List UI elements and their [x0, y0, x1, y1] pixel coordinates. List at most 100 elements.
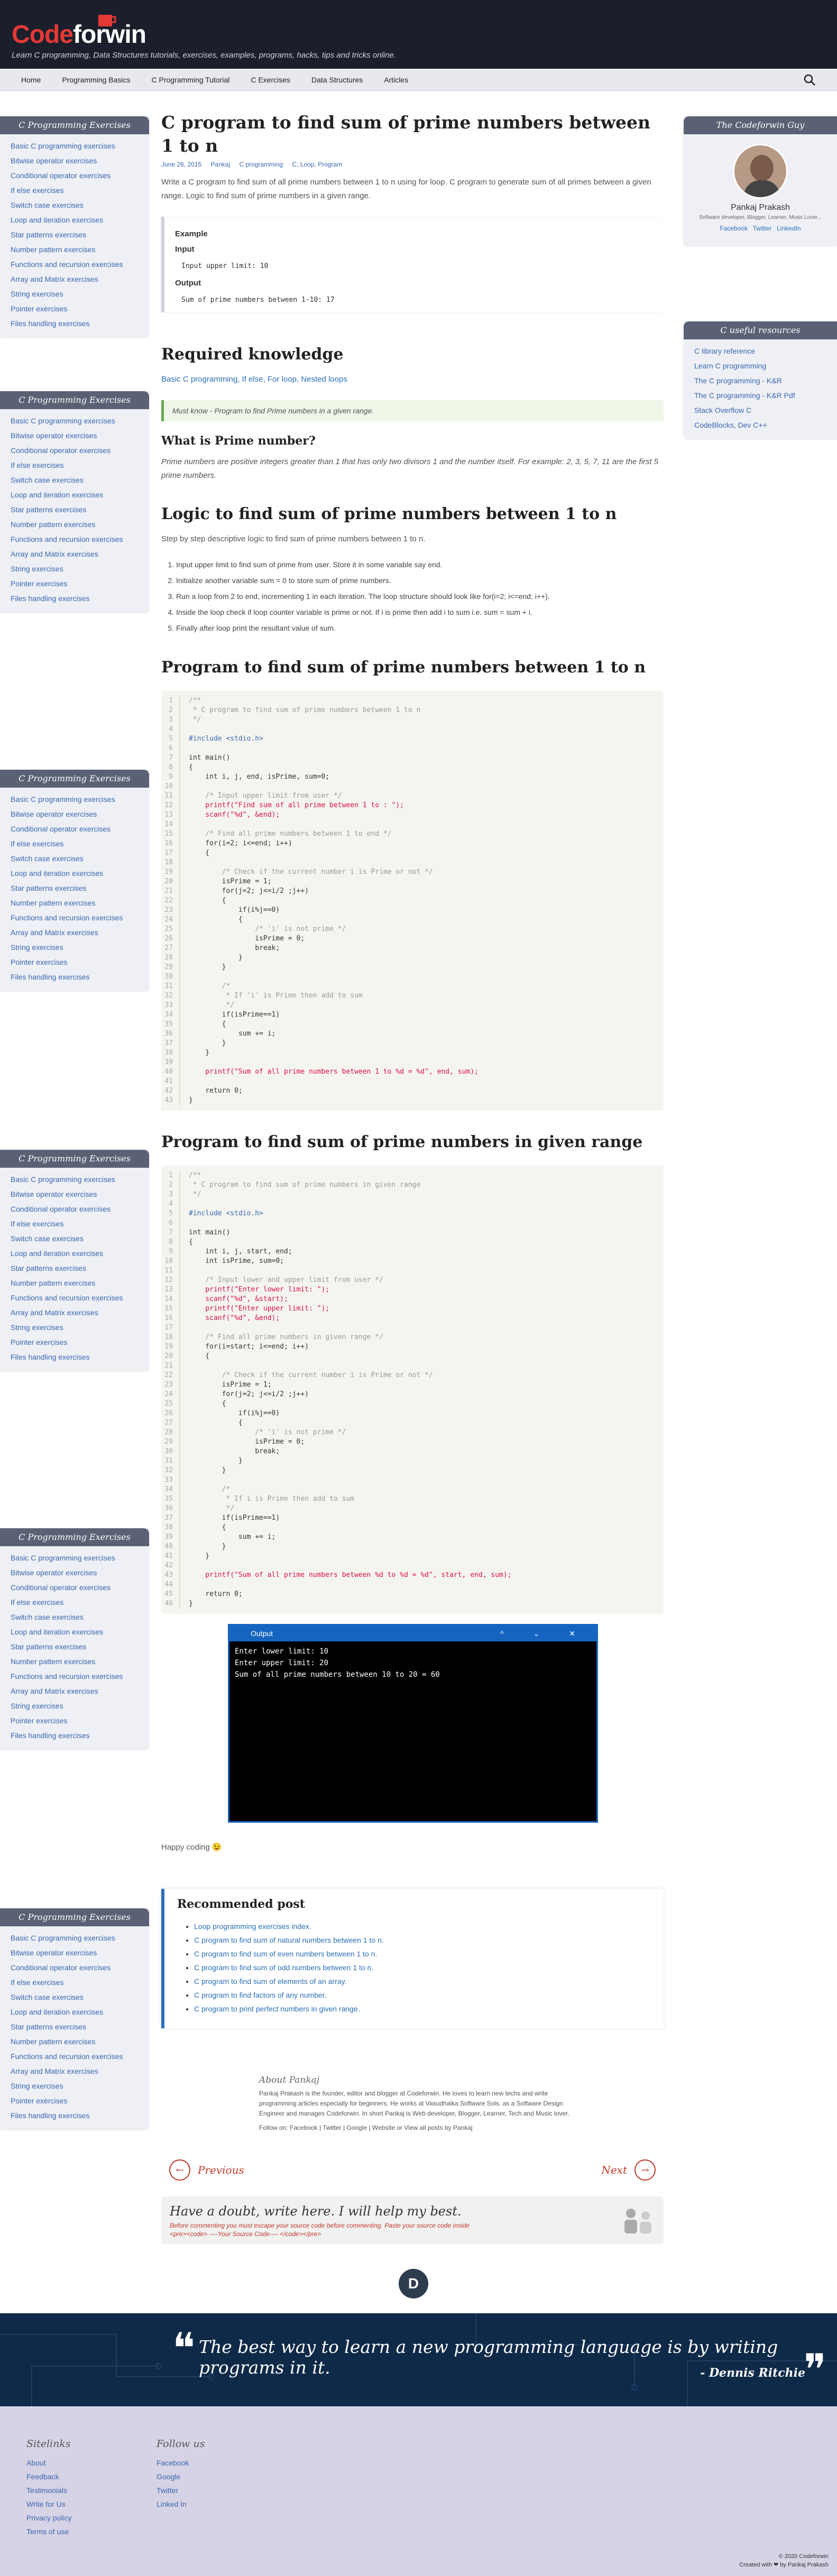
footer-link[interactable]: Google — [157, 2470, 205, 2483]
sidebar-item[interactable]: Conditional operator exercises — [11, 1580, 139, 1595]
window-controls-icon[interactable]: ^ ⌄ ✕ — [500, 1626, 589, 1641]
sidebar-item[interactable]: Number pattern exercises — [11, 242, 139, 257]
sidebar-item[interactable]: Functions and recursion exercises — [11, 1290, 139, 1305]
footer-link[interactable]: Feedback — [26, 2470, 72, 2483]
sidebar-item[interactable]: Functions and recursion exercises — [11, 1669, 139, 1684]
sidebar-item[interactable]: Array and Matrix exercises — [11, 547, 139, 561]
sidebar-item[interactable]: Basic C programming exercises — [11, 1931, 139, 1945]
sidebar-item[interactable]: Files handling exercises — [11, 591, 139, 606]
code-block-1[interactable]: 1/** 2 * C program to find sum of prime n… — [161, 691, 664, 1111]
sidebar-item[interactable]: Star patterns exercises — [11, 2019, 139, 2034]
sidebar-item[interactable]: If else exercises — [11, 836, 139, 851]
footer-link[interactable]: About — [26, 2456, 72, 2470]
post-author[interactable]: Pankaj — [210, 161, 230, 168]
sidebar-item[interactable]: Pointer exercises — [11, 576, 139, 591]
sidebar-item[interactable]: Basic C programming exercises — [11, 1172, 139, 1187]
sidebar-item[interactable]: Switch case exercises — [11, 198, 139, 213]
sidebar-item[interactable]: Array and Matrix exercises — [11, 1684, 139, 1698]
sidebar-item[interactable]: Loop and iteration exercises — [11, 2005, 139, 2019]
sidebar-item[interactable]: Switch case exercises — [11, 851, 139, 866]
footer-link[interactable]: Terms of use — [26, 2525, 72, 2538]
sidebar-item[interactable]: Files handling exercises — [11, 2108, 139, 2123]
nav-c-tutorial[interactable]: C Programming Tutorial — [141, 76, 241, 84]
sidebar-item[interactable]: Files handling exercises — [11, 1728, 139, 1743]
sidebar-item[interactable]: Array and Matrix exercises — [11, 272, 139, 287]
footer-link[interactable]: Facebook — [157, 2456, 205, 2470]
sidebar-item[interactable]: Loop and iteration exercises — [11, 487, 139, 502]
sidebar-item[interactable]: Files handling exercises — [11, 316, 139, 331]
sidebar-item[interactable]: Basic C programming exercises — [11, 792, 139, 807]
author-name[interactable]: Pankaj Prakash — [684, 203, 837, 213]
sidebar-item[interactable]: Pointer exercises — [11, 301, 139, 316]
sidebar-item[interactable]: Basic C programming exercises — [11, 139, 139, 153]
sidebar-item[interactable]: Files handling exercises — [11, 1350, 139, 1364]
sidebar-item[interactable]: Pointer exercises — [11, 1335, 139, 1350]
recommended-item[interactable]: C program to find sum of natural numbers… — [194, 1933, 651, 1947]
sidebar-item[interactable]: Star patterns exercises — [11, 227, 139, 242]
sidebar-item[interactable]: Loop and iteration exercises — [11, 1246, 139, 1261]
resource-item[interactable]: Learn C programming — [694, 358, 826, 373]
sidebar-item[interactable]: String exercises — [11, 2079, 139, 2093]
sidebar-item[interactable]: If else exercises — [11, 183, 139, 198]
resource-item[interactable]: The C programming - K&R — [694, 373, 826, 388]
sidebar-item[interactable]: Basic C programming exercises — [11, 413, 139, 428]
site-logo[interactable]: Codeforwin — [12, 20, 146, 49]
sidebar-item[interactable]: Number pattern exercises — [11, 895, 139, 910]
sidebar-item[interactable]: String exercises — [11, 561, 139, 576]
recommended-item[interactable]: C program to print perfect numbers in gi… — [194, 2002, 651, 2016]
sidebar-item[interactable]: String exercises — [11, 940, 139, 955]
sidebar-item[interactable]: Functions and recursion exercises — [11, 910, 139, 925]
resource-item[interactable]: CodeBlocks, Dev C++ — [694, 418, 826, 432]
post-tags[interactable]: C, Loop, Program — [292, 161, 343, 168]
sidebar-item[interactable]: Bitwise operator exercises — [11, 807, 139, 821]
sidebar-item[interactable]: Star patterns exercises — [11, 1639, 139, 1654]
sidebar-item[interactable]: Bitwise operator exercises — [11, 1945, 139, 1960]
previous-post-button[interactable]: ← Previous — [169, 2159, 244, 2181]
sidebar-item[interactable]: Conditional operator exercises — [11, 443, 139, 458]
sidebar-item[interactable]: String exercises — [11, 1320, 139, 1335]
sidebar-item[interactable]: Bitwise operator exercises — [11, 1565, 139, 1580]
footer-link[interactable]: Privacy policy — [26, 2511, 72, 2525]
sidebar-item[interactable]: Array and Matrix exercises — [11, 2064, 139, 2079]
footer-link[interactable]: Linked In — [157, 2497, 205, 2511]
sidebar-item[interactable]: Conditional operator exercises — [11, 168, 139, 183]
sidebar-item[interactable]: Number pattern exercises — [11, 1654, 139, 1669]
sidebar-item[interactable]: Files handling exercises — [11, 970, 139, 984]
sidebar-item[interactable]: If else exercises — [11, 1595, 139, 1610]
sidebar-item[interactable]: If else exercises — [11, 1975, 139, 1990]
twitter-link[interactable]: Twitter — [753, 225, 771, 232]
sidebar-item[interactable]: Functions and recursion exercises — [11, 257, 139, 272]
nav-articles[interactable]: Articles — [373, 76, 419, 84]
sidebar-item[interactable]: Number pattern exercises — [11, 517, 139, 532]
linkedin-link[interactable]: LinkedIn — [777, 225, 801, 232]
post-category[interactable]: C programming — [239, 161, 283, 168]
sidebar-item[interactable]: Bitwise operator exercises — [11, 1187, 139, 1202]
disqus-logo-icon[interactable]: D — [399, 2269, 428, 2298]
sidebar-item[interactable]: Star patterns exercises — [11, 502, 139, 517]
nav-data-structures[interactable]: Data Structures — [301, 76, 373, 84]
sidebar-item[interactable]: Number pattern exercises — [11, 1276, 139, 1290]
author-follow-links[interactable]: Follow on: Facebook | Twitter | Google |… — [259, 2123, 576, 2133]
sidebar-item[interactable]: String exercises — [11, 1698, 139, 1713]
sidebar-item[interactable]: Conditional operator exercises — [11, 1960, 139, 1975]
recommended-item[interactable]: C program to find sum of even numbers be… — [194, 1947, 651, 1961]
resource-item[interactable]: Stack Overflow C — [694, 403, 826, 418]
nav-programming-basics[interactable]: Programming Basics — [51, 76, 141, 84]
facebook-link[interactable]: Facebook — [720, 225, 748, 232]
nav-home[interactable]: Home — [11, 76, 51, 84]
sidebar-item[interactable]: Switch case exercises — [11, 1610, 139, 1624]
next-post-button[interactable]: Next → — [601, 2159, 656, 2181]
sidebar-item[interactable]: Functions and recursion exercises — [11, 532, 139, 547]
sidebar-item[interactable]: Array and Matrix exercises — [11, 1305, 139, 1320]
sidebar-item[interactable]: Switch case exercises — [11, 473, 139, 487]
sidebar-item[interactable]: Loop and iteration exercises — [11, 1624, 139, 1639]
code-block-2[interactable]: 1/** 2 * C program to find sum of prime n… — [161, 1166, 664, 1614]
footer-link[interactable]: Twitter — [157, 2483, 205, 2497]
search-icon[interactable] — [803, 73, 816, 86]
sidebar-item[interactable]: Switch case exercises — [11, 1231, 139, 1246]
recommended-item[interactable]: C program to find sum of odd numbers bet… — [194, 1961, 651, 1974]
sidebar-item[interactable]: Array and Matrix exercises — [11, 925, 139, 940]
required-knowledge-links[interactable]: Basic C programming, If else, For loop, … — [161, 373, 664, 386]
resource-item[interactable]: The C programming - K&R Pdf — [694, 388, 826, 403]
sidebar-item[interactable]: Star patterns exercises — [11, 1261, 139, 1276]
